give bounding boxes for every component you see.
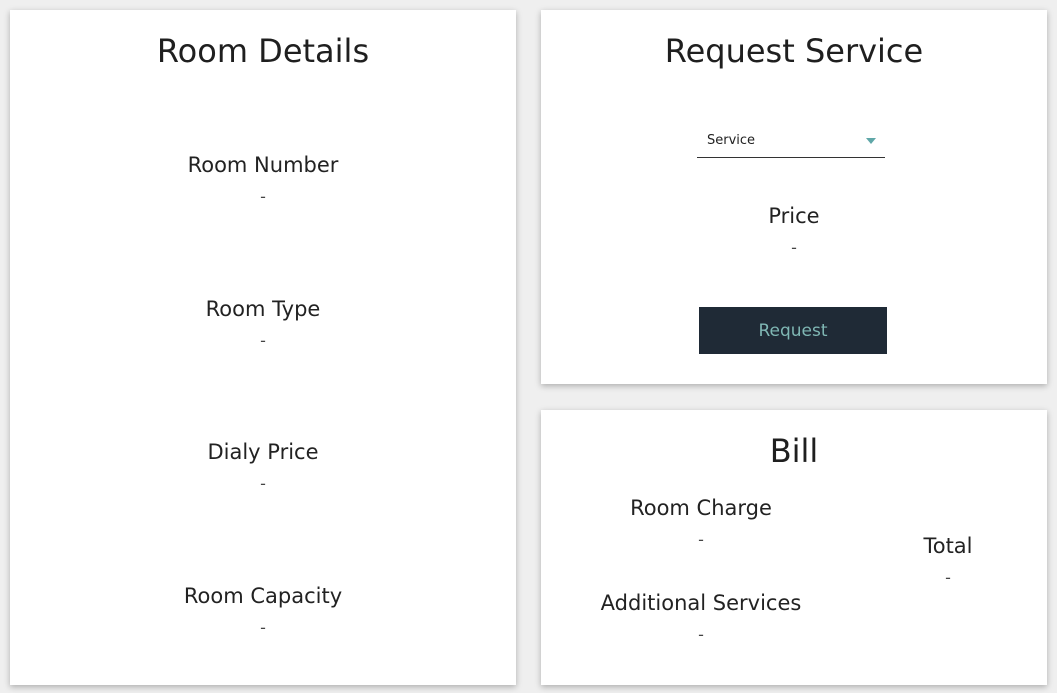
bill-title: Bill bbox=[769, 432, 819, 470]
room-type-value: - bbox=[260, 331, 266, 350]
room-number-value: - bbox=[260, 187, 266, 206]
total-value: - bbox=[945, 568, 951, 587]
daily-price-label: Dialy Price bbox=[207, 440, 319, 464]
price-label: Price bbox=[768, 204, 820, 228]
service-dropdown-label: Service bbox=[707, 133, 756, 148]
room-details-title: Room Details bbox=[156, 32, 370, 70]
daily-price-value: - bbox=[260, 474, 266, 493]
chevron-down-icon bbox=[866, 138, 876, 144]
request-button[interactable]: Request bbox=[699, 307, 887, 354]
additional-services-label: Additional Services bbox=[600, 591, 802, 615]
room-capacity-value: - bbox=[260, 618, 266, 637]
room-capacity-label: Room Capacity bbox=[183, 584, 343, 608]
bill-card: Bill Room Charge - Additional Services -… bbox=[541, 410, 1047, 685]
total-label: Total bbox=[923, 534, 973, 558]
room-number-label: Room Number bbox=[187, 153, 339, 177]
price-value: - bbox=[791, 238, 797, 257]
room-type-label: Room Type bbox=[205, 297, 321, 321]
service-dropdown[interactable]: Service bbox=[697, 125, 885, 158]
request-service-title: Request Service bbox=[664, 32, 924, 70]
room-charge-label: Room Charge bbox=[630, 496, 772, 520]
room-charge-value: - bbox=[698, 530, 704, 549]
room-details-card: Room Details Room Number - Room Type - D… bbox=[10, 10, 516, 685]
additional-services-value: - bbox=[698, 625, 704, 644]
request-service-card: Request Service Service Price - Request bbox=[541, 10, 1047, 384]
